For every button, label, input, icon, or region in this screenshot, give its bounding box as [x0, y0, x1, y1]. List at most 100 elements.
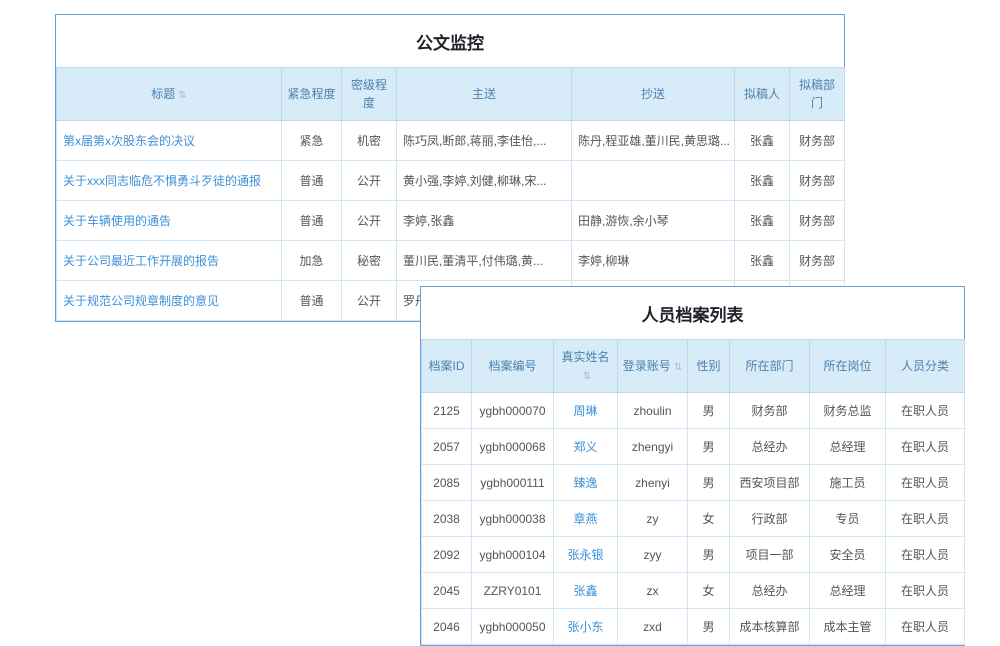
doc-table-header-secrecy: 密级程度	[342, 68, 397, 121]
document-monitor-panel: 公文监控 标题⇅紧急程度密级程度主送抄送拟稿人拟稿部门 第x届第x次股东会的决议…	[55, 14, 845, 322]
person-table-real_name-link[interactable]: 张鑫	[573, 584, 597, 598]
person-table-header-gender: 性别	[688, 340, 730, 393]
person-table-cell-archive_id: 2085	[422, 465, 472, 501]
doc-table-cell-secrecy: 秘密	[342, 241, 397, 281]
person-table-cell-category: 在职人员	[886, 609, 965, 645]
person-table-real_name-link[interactable]: 章燕	[573, 512, 597, 526]
person-table-cell-position: 成本主管	[810, 609, 886, 645]
person-table-cell-department: 西安项目部	[730, 465, 810, 501]
person-table-cell-gender: 女	[688, 501, 730, 537]
doc-table-cell-title: 关于规范公司规章制度的意见	[57, 281, 282, 321]
doc-table-row: 关于xxx同志临危不惧勇斗歹徒的通报普通公开黄小强,李婷,刘健,柳琳,宋...张…	[57, 161, 845, 201]
person-table-cell-archive_id: 2038	[422, 501, 472, 537]
person-table-header-archive_no: 档案编号	[472, 340, 554, 393]
person-table-header-category: 人员分类	[886, 340, 965, 393]
doc-table-cell-draft_dept: 财务部	[790, 201, 845, 241]
column-header-label: 性别	[696, 359, 720, 373]
person-table-cell-account: zhenyi	[618, 465, 688, 501]
doc-table-cell-main_to: 陈巧凤,断郎,蒋丽,李佳怡,...	[397, 121, 572, 161]
column-header-label: 拟稿人	[744, 87, 780, 101]
doc-table-cell-urgency: 普通	[282, 201, 342, 241]
personnel-archive-title: 人员档案列表	[421, 287, 964, 339]
doc-table-cell-main_to: 李婷,张鑫	[397, 201, 572, 241]
person-table-cell-position: 安全员	[810, 537, 886, 573]
person-table-cell-account: zxd	[618, 609, 688, 645]
sort-icon[interactable]: ⇅	[178, 90, 186, 101]
person-table-cell-account: zx	[618, 573, 688, 609]
doc-table-cell-title: 关于车辆使用的通告	[57, 201, 282, 241]
doc-table-cell-urgency: 加急	[282, 241, 342, 281]
person-table-cell-category: 在职人员	[886, 501, 965, 537]
person-table-row: 2046ygbh000050张小东zxd男成本核算部成本主管在职人员	[422, 609, 965, 645]
person-table-cell-real_name: 章燕	[554, 501, 618, 537]
column-header-label: 密级程度	[351, 78, 387, 110]
person-table-cell-position: 施工员	[810, 465, 886, 501]
person-table-real_name-link[interactable]: 郑义	[573, 440, 597, 454]
person-table-row: 2045ZZRY0101张鑫zx女总经办总经理在职人员	[422, 573, 965, 609]
column-header-label: 真实姓名	[561, 350, 609, 364]
person-table-header-real_name[interactable]: 真实姓名 ⇅	[554, 340, 618, 393]
doc-table-title-link[interactable]: 关于规范公司规章制度的意见	[63, 294, 219, 308]
doc-table-cell-cc: 陈丹,程亚雄,董川民,黄思璐...	[572, 121, 735, 161]
doc-table-cell-draft_dept: 财务部	[790, 121, 845, 161]
sort-icon[interactable]: ⇅	[583, 371, 591, 382]
person-table-cell-real_name: 张永银	[554, 537, 618, 573]
doc-table-cell-drafter: 张鑫	[735, 161, 790, 201]
person-table-cell-department: 总经办	[730, 573, 810, 609]
column-header-label: 标题	[151, 87, 175, 101]
doc-table-cell-main_to: 黄小强,李婷,刘健,柳琳,宋...	[397, 161, 572, 201]
person-table-cell-account: zhengyi	[618, 429, 688, 465]
doc-table-title-link[interactable]: 关于xxx同志临危不惧勇斗歹徒的通报	[63, 174, 261, 188]
doc-table-cell-urgency: 紧急	[282, 121, 342, 161]
person-table-cell-category: 在职人员	[886, 465, 965, 501]
person-table-cell-position: 财务总监	[810, 393, 886, 429]
doc-table-title-link[interactable]: 关于公司最近工作开展的报告	[63, 254, 219, 268]
person-table-row: 2092ygbh000104张永银zyy男项目一部安全员在职人员	[422, 537, 965, 573]
document-monitor-header-row: 标题⇅紧急程度密级程度主送抄送拟稿人拟稿部门	[57, 68, 845, 121]
person-table-row: 2057ygbh000068郑义zhengyi男总经办总经理在职人员	[422, 429, 965, 465]
person-table-cell-department: 行政部	[730, 501, 810, 537]
column-header-label: 拟稿部门	[799, 78, 835, 110]
person-table-real_name-link[interactable]: 周琳	[573, 404, 597, 418]
person-table-row: 2038ygbh000038章燕zy女行政部专员在职人员	[422, 501, 965, 537]
person-table-header-department: 所在部门	[730, 340, 810, 393]
doc-table-header-urgency: 紧急程度	[282, 68, 342, 121]
person-table-cell-category: 在职人员	[886, 429, 965, 465]
column-header-label: 所在部门	[745, 359, 793, 373]
person-table-cell-real_name: 臻逸	[554, 465, 618, 501]
doc-table-cell-secrecy: 公开	[342, 161, 397, 201]
person-table-cell-archive_no: ygbh000070	[472, 393, 554, 429]
personnel-archive-table: 档案ID档案编号真实姓名⇅登录账号⇅性别所在部门所在岗位人员分类 2125ygb…	[421, 339, 965, 645]
person-table-cell-archive_no: ygbh000038	[472, 501, 554, 537]
person-table-header-archive_id: 档案ID	[422, 340, 472, 393]
personnel-archive-panel: 人员档案列表 档案ID档案编号真实姓名⇅登录账号⇅性别所在部门所在岗位人员分类 …	[420, 286, 965, 646]
doc-table-cell-draft_dept: 财务部	[790, 161, 845, 201]
person-table-cell-gender: 男	[688, 465, 730, 501]
person-table-real_name-link[interactable]: 张永银	[567, 548, 603, 562]
person-table-cell-category: 在职人员	[886, 393, 965, 429]
sort-icon[interactable]: ⇅	[674, 362, 682, 373]
person-table-real_name-link[interactable]: 张小东	[567, 620, 603, 634]
person-table-cell-category: 在职人员	[886, 537, 965, 573]
doc-table-title-link[interactable]: 关于车辆使用的通告	[63, 214, 171, 228]
doc-table-cell-draft_dept: 财务部	[790, 241, 845, 281]
doc-table-cell-main_to: 董川民,董清平,付伟璐,黄...	[397, 241, 572, 281]
person-table-cell-account: zyy	[618, 537, 688, 573]
doc-table-header-drafter: 拟稿人	[735, 68, 790, 121]
doc-table-header-title[interactable]: 标题⇅	[57, 68, 282, 121]
person-table-cell-archive_no: ZZRY0101	[472, 573, 554, 609]
person-table-cell-position: 总经理	[810, 573, 886, 609]
person-table-cell-account: zy	[618, 501, 688, 537]
doc-table-cell-title: 第x届第x次股东会的决议	[57, 121, 282, 161]
doc-table-cell-secrecy: 机密	[342, 121, 397, 161]
person-table-header-account[interactable]: 登录账号⇅	[618, 340, 688, 393]
doc-table-cell-cc	[572, 161, 735, 201]
person-table-real_name-link[interactable]: 臻逸	[573, 476, 597, 490]
person-table-cell-gender: 女	[688, 573, 730, 609]
person-table-cell-account: zhoulin	[618, 393, 688, 429]
person-table-cell-archive_id: 2046	[422, 609, 472, 645]
person-table-cell-department: 成本核算部	[730, 609, 810, 645]
doc-table-title-link[interactable]: 第x届第x次股东会的决议	[63, 134, 195, 148]
person-table-cell-archive_id: 2045	[422, 573, 472, 609]
person-table-cell-archive_id: 2057	[422, 429, 472, 465]
